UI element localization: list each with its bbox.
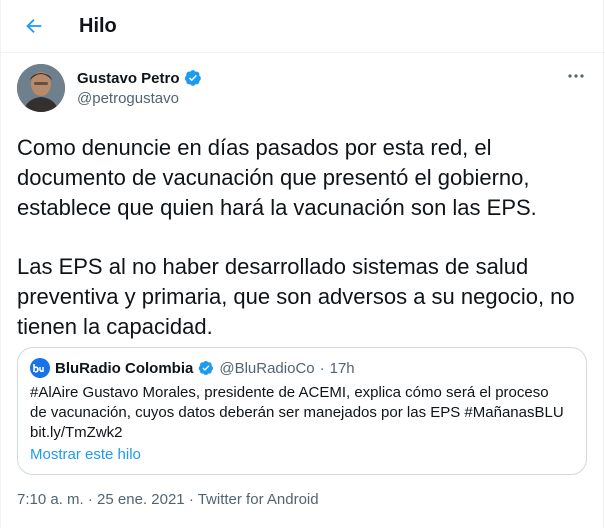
tweet-source[interactable]: Twitter for Android [198, 491, 319, 508]
meta-separator: · [87, 491, 93, 508]
tweet-time[interactable]: 7:10 a. m. [17, 491, 84, 508]
page-title: Hilo [79, 15, 117, 37]
tweet-line: documento de vacunación que presentó el … [17, 165, 530, 190]
quoted-tweet-header: BluRadio Colombia @BluRadioCo · 17h [30, 358, 355, 378]
quoted-avatar [30, 358, 50, 378]
author-handle[interactable]: @petrogustavo [77, 90, 179, 107]
tweet-date[interactable]: 25 ene. 2021 [97, 491, 185, 508]
quoted-line: de vacunación, cuyos datos deberán ser m… [30, 404, 564, 421]
tweet-line: Como denuncie en días pasados por esta r… [17, 135, 492, 160]
thread-header: Hilo [1, 0, 605, 53]
author-name-row[interactable]: Gustavo Petro [77, 69, 202, 87]
verified-badge-icon [199, 361, 214, 375]
quoted-timestamp: 17h [329, 359, 355, 377]
meta-separator: · [188, 491, 194, 508]
tweet-line: Las EPS al no haber desarrollado sistema… [17, 254, 529, 279]
quoted-tweet-text: #AlAire Gustavo Morales, presidente de A… [30, 383, 578, 443]
more-dots-icon [568, 74, 584, 78]
more-options-button[interactable] [561, 64, 591, 88]
author-name[interactable]: Gustavo Petro [77, 70, 180, 87]
arrow-left-icon [26, 18, 42, 34]
quoted-line: #AlAire Gustavo Morales, presidente de A… [30, 384, 549, 401]
thread-panel: Hilo Gustavo Petro @petrogustavo Como de… [0, 0, 605, 528]
tweet-meta: 7:10 a. m. · 25 ene. 2021 · Twitter for … [17, 491, 319, 508]
tweet-text: Como denuncie en días pasados por esta r… [17, 133, 592, 342]
tweet-line: tienen la capacidad. [17, 314, 213, 339]
tweet-line: preventiva y primaria, que son adversos … [17, 284, 575, 309]
author-avatar[interactable] [17, 64, 65, 112]
quoted-separator: · [319, 359, 325, 377]
quoted-author-handle: @BluRadioCo [219, 359, 315, 377]
quoted-line: bit.ly/TmZwk2 [30, 424, 123, 441]
tweet-line: establece que quien hará la vacunación s… [17, 195, 537, 220]
bluradio-logo-icon [33, 364, 44, 373]
verified-badge-icon [184, 70, 201, 86]
back-button[interactable] [17, 9, 51, 43]
quoted-author-name: BluRadio Colombia [55, 359, 194, 377]
quoted-tweet-card[interactable]: BluRadio Colombia @BluRadioCo · 17h #AlA… [17, 347, 587, 475]
show-thread-link[interactable]: Mostrar este hilo [30, 446, 141, 463]
avatar-image [17, 64, 65, 112]
